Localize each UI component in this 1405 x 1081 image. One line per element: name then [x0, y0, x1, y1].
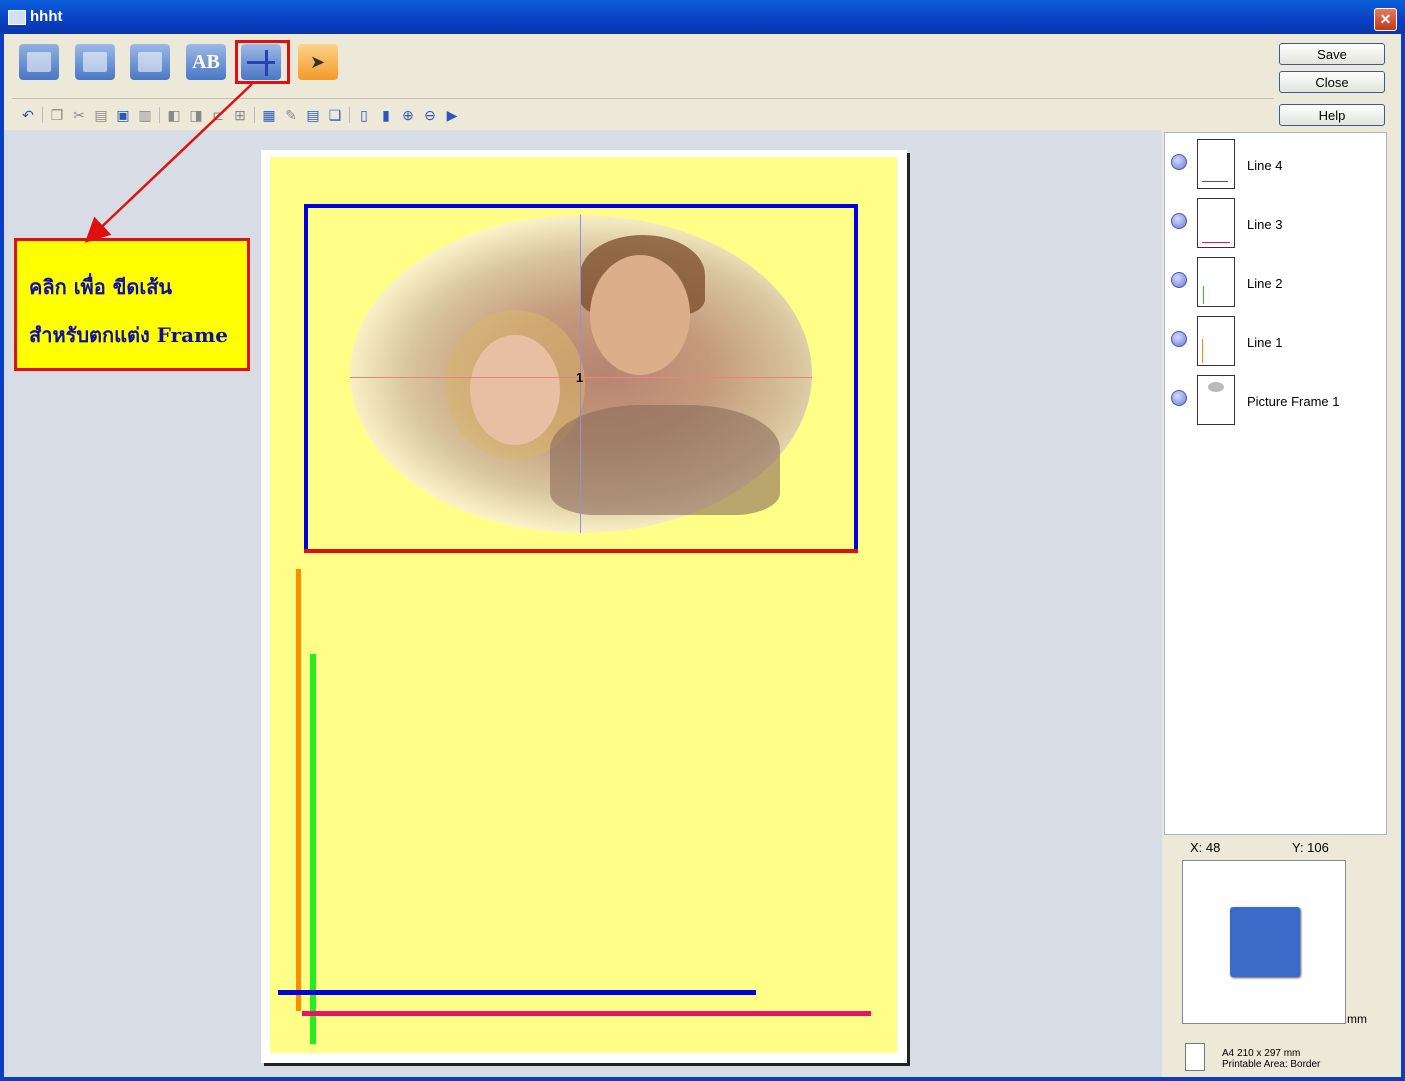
bring-front-icon[interactable]: ◧ — [166, 107, 182, 123]
cut-icon[interactable]: ✂ — [71, 107, 87, 123]
y-coordinate: Y: 106 — [1292, 840, 1329, 855]
zoom-out-icon[interactable]: ⊖ — [422, 107, 438, 123]
layer-thumbnail — [1197, 375, 1235, 425]
line-1[interactable] — [296, 569, 301, 1011]
picture-frame-tool-icon — [27, 52, 51, 72]
help-button[interactable]: Help — [1279, 104, 1385, 126]
edit-icon[interactable]: ✎ — [283, 107, 299, 123]
layer-select-radio[interactable] — [1171, 213, 1187, 229]
layer-item[interactable]: Line 3 — [1165, 195, 1386, 251]
undo-icon[interactable]: ↶ — [20, 107, 36, 123]
properties-icon[interactable]: ▤ — [305, 107, 321, 123]
grid-icon[interactable]: ▦ — [261, 107, 277, 123]
toolbar-divider — [42, 107, 43, 123]
align-icon[interactable]: ⊏ — [210, 107, 226, 123]
close-button[interactable]: Close — [1279, 71, 1385, 93]
layer-label: Line 3 — [1247, 217, 1283, 232]
select-all-icon[interactable]: ▣ — [115, 107, 131, 123]
toolbar-separator — [12, 98, 1274, 99]
window-close-button[interactable]: ✕ — [1374, 8, 1397, 31]
window-frame-bottom — [0, 1077, 1405, 1081]
paste-icon[interactable]: ▤ — [93, 107, 109, 123]
group-icon[interactable]: ⊞ — [232, 107, 248, 123]
layer-thumbnail — [1197, 316, 1235, 366]
photo-region — [470, 335, 560, 445]
x-coordinate: X: 48 — [1190, 840, 1221, 855]
paper-info: A4 210 x 297 mm Printable Area: Border — [1222, 1048, 1320, 1070]
title-bar: hhht ✕ — [0, 0, 1405, 34]
clipart-tool-icon — [138, 52, 162, 72]
instruction-callout: คลิก เพื่อ ขีดเส้น สำหรับตกแต่ง Frame — [14, 238, 250, 371]
layer-select-radio[interactable] — [1171, 272, 1187, 288]
page-icon — [1185, 1043, 1205, 1071]
window-title: hhht — [30, 8, 63, 25]
line-2[interactable] — [310, 654, 316, 1044]
line-4-top[interactable] — [304, 204, 858, 208]
element-preview — [1182, 860, 1346, 1024]
frame-number: 1 — [576, 370, 584, 385]
line-3[interactable] — [302, 1011, 871, 1016]
clipart-tool-button[interactable] — [130, 44, 170, 80]
position-readout: X: 48 Y: 106 — [1190, 840, 1340, 855]
layer-thumbnail — [1197, 139, 1235, 189]
layer-select-radio[interactable] — [1171, 331, 1187, 347]
edit-toolbar: ↶ ❐ ✂ ▤ ▣ ▥ ◧ ◨ ⊏ ⊞ ▦ ✎ ▤ ❏ ▯ ▮ ⊕ ⊖ ▶ — [20, 104, 460, 126]
text-tool-button[interactable]: AB — [186, 44, 226, 80]
layer-item[interactable]: Line 2 — [1165, 254, 1386, 310]
layer-label: Line 4 — [1247, 158, 1283, 173]
unit-label: mm — [1347, 1012, 1367, 1026]
app-icon — [8, 10, 26, 25]
copy-icon[interactable]: ❐ — [49, 107, 65, 123]
select-tool-button[interactable]: ➤ — [298, 44, 338, 80]
save-button[interactable]: Save — [1279, 43, 1385, 65]
layer-item[interactable]: Line 4 — [1165, 136, 1386, 192]
printable-area: Printable Area: Border — [1222, 1059, 1321, 1070]
layer-select-radio[interactable] — [1171, 154, 1187, 170]
toolbar-divider — [254, 107, 255, 123]
frame-border-left[interactable] — [304, 204, 308, 552]
frame-border-bottom[interactable] — [304, 549, 858, 553]
photo-region — [550, 405, 780, 515]
layer-item[interactable]: Picture Frame 1 — [1165, 372, 1386, 428]
send-back-icon[interactable]: ◨ — [188, 107, 204, 123]
layer-thumb-mark — [1208, 382, 1224, 392]
photo-region — [590, 255, 690, 375]
layer-thumbnail — [1197, 198, 1235, 248]
layer-thumbnail — [1197, 257, 1235, 307]
photo-tool-icon — [83, 52, 107, 72]
frame-border-right[interactable] — [854, 204, 858, 552]
callout-line-2: สำหรับตกแต่ง Frame — [29, 323, 228, 347]
page-icon[interactable]: ▯ — [356, 107, 372, 123]
layer-select-radio[interactable] — [1171, 390, 1187, 406]
layer-label: Line 1 — [1247, 335, 1283, 350]
layer-item[interactable]: Line 1 — [1165, 313, 1386, 369]
paper-size: A4 210 x 297 mm — [1222, 1048, 1301, 1059]
delete-icon[interactable]: ▥ — [137, 107, 153, 123]
layer-thumb-mark — [1202, 339, 1203, 363]
layer-thumb-mark — [1202, 181, 1228, 182]
layer-thumb-mark — [1203, 286, 1204, 304]
toolbar-divider — [349, 107, 350, 123]
layer-thumb-mark — [1202, 242, 1230, 243]
toolbar-divider — [159, 107, 160, 123]
play-icon[interactable]: ▶ — [444, 107, 460, 123]
select-tool-icon: ➤ — [310, 52, 326, 72]
layer-icon[interactable]: ❏ — [327, 107, 343, 123]
picture-frame-tool-button[interactable] — [19, 44, 59, 80]
layer-label: Picture Frame 1 — [1247, 394, 1340, 409]
layer-label: Line 2 — [1247, 276, 1283, 291]
line-tool-highlight — [235, 40, 290, 84]
preview-shape — [1230, 907, 1300, 977]
line-4[interactable] — [278, 990, 756, 995]
page-fit-icon[interactable]: ▮ — [378, 107, 394, 123]
callout-line-1: คลิก เพื่อ ขีดเส้น — [29, 275, 173, 299]
layers-panel: Line 4 Line 3 Line 2 Line 1 Picture Fram… — [1164, 132, 1387, 835]
photo-tool-button[interactable] — [75, 44, 115, 80]
zoom-in-icon[interactable]: ⊕ — [400, 107, 416, 123]
